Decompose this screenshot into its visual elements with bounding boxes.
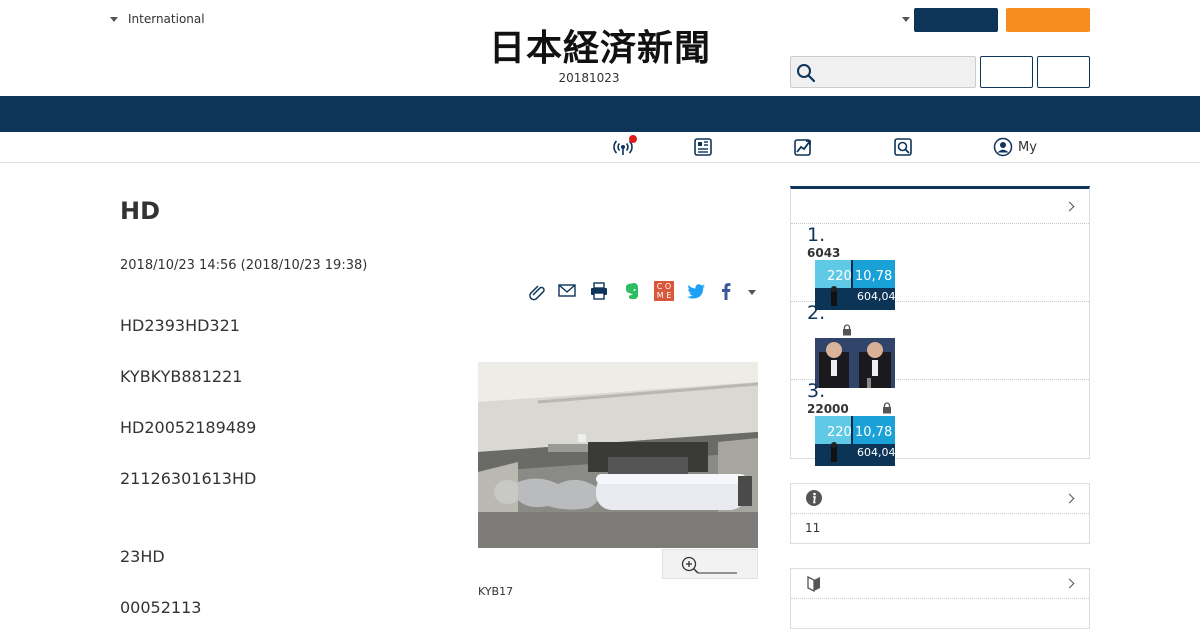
- chevron-right-icon: [1064, 201, 1075, 212]
- evernote-icon[interactable]: [622, 281, 642, 301]
- info-box: 11: [790, 483, 1090, 544]
- chevron-right-icon: [1064, 493, 1075, 504]
- main-navbar: [0, 96, 1200, 132]
- edition-date: 20181023: [558, 71, 620, 85]
- rank-headline: 22000: [807, 402, 849, 416]
- lock-icon: [883, 402, 891, 414]
- article-paragraph: HD20052189489: [120, 418, 257, 437]
- header-dropdown-caret-icon[interactable]: [902, 17, 910, 22]
- search-input[interactable]: [821, 61, 969, 83]
- guide-header[interactable]: [791, 569, 1089, 599]
- article-photo[interactable]: [478, 362, 758, 548]
- article-timestamp: 2018/10/23 14:56 (2018/10/23 19:38): [120, 258, 368, 273]
- search-box: [790, 56, 976, 88]
- article-paragraph: 00052113: [120, 598, 202, 617]
- market-chart-icon[interactable]: [793, 137, 813, 157]
- article-title: HD: [120, 197, 161, 225]
- ticker-number: 604,04: [857, 446, 895, 459]
- zoom-in-icon: [681, 556, 737, 574]
- lock-icon: [843, 324, 851, 336]
- photo-zoom-button[interactable]: [662, 549, 758, 579]
- my-account-icon[interactable]: [993, 137, 1013, 157]
- header-button-1[interactable]: [980, 56, 1033, 88]
- rank-number: 3.: [807, 380, 826, 402]
- my-account-label[interactable]: My: [1018, 140, 1037, 155]
- rank-number: 1.: [807, 224, 826, 246]
- comemo-icon[interactable]: C OM E: [654, 281, 674, 301]
- article-paragraph: KYBKYB881221: [120, 367, 243, 386]
- info-header[interactable]: [791, 484, 1089, 514]
- article-paragraph: 21126301613HD: [120, 469, 257, 488]
- beginner-guide-box: [790, 568, 1090, 629]
- twitter-icon[interactable]: [686, 281, 706, 301]
- photo-caption: KYB17: [478, 585, 514, 598]
- sub-navigation: My: [0, 132, 1200, 163]
- info-text: 11: [805, 521, 821, 535]
- ranking-item[interactable]: 1. 6043 220 10,78 604,04: [791, 224, 1089, 310]
- login-button[interactable]: [914, 8, 998, 32]
- site-logo[interactable]: 日本経済新聞: [452, 28, 748, 68]
- rank-number: 2.: [807, 302, 826, 324]
- live-indicator-dot: [629, 135, 637, 143]
- ranking-item[interactable]: 3. 22000 220 10,78 604,04: [791, 380, 1089, 466]
- search-icon[interactable]: [796, 63, 816, 83]
- ranking-box: 1. 6043 220 10,78 604,04 2. 3. 22000 220…: [790, 186, 1090, 466]
- print-icon[interactable]: [589, 281, 609, 301]
- ticker-number: 10,78: [855, 269, 892, 284]
- mail-icon[interactable]: [557, 281, 577, 301]
- chevron-right-icon: [1064, 578, 1075, 589]
- info-icon: [806, 490, 822, 506]
- newspaper-icon[interactable]: [693, 137, 713, 157]
- article-paragraph: 23HD: [120, 547, 165, 566]
- clip-icon[interactable]: [527, 281, 547, 301]
- ticker-number: 10,78: [855, 425, 892, 440]
- rank-headline: 6043: [807, 246, 841, 260]
- rank-thumbnail: 220 10,78 604,04: [815, 416, 895, 466]
- subscribe-button[interactable]: [1006, 8, 1090, 32]
- ticker-number: 220: [827, 425, 852, 440]
- beginner-mark-icon: [807, 575, 820, 592]
- header-button-2[interactable]: [1037, 56, 1090, 88]
- region-label: International: [128, 12, 205, 26]
- more-caret-icon[interactable]: [748, 290, 756, 295]
- region-caret-icon: [110, 16, 118, 22]
- search-news-icon[interactable]: [893, 137, 913, 157]
- facebook-icon[interactable]: [716, 281, 736, 301]
- region-selector[interactable]: International: [110, 12, 205, 26]
- article-paragraph: HD2393HD321: [120, 316, 240, 335]
- ticker-number: 220: [827, 269, 852, 284]
- ranking-header[interactable]: [791, 189, 1089, 224]
- ranking-item[interactable]: 2.: [791, 302, 1089, 388]
